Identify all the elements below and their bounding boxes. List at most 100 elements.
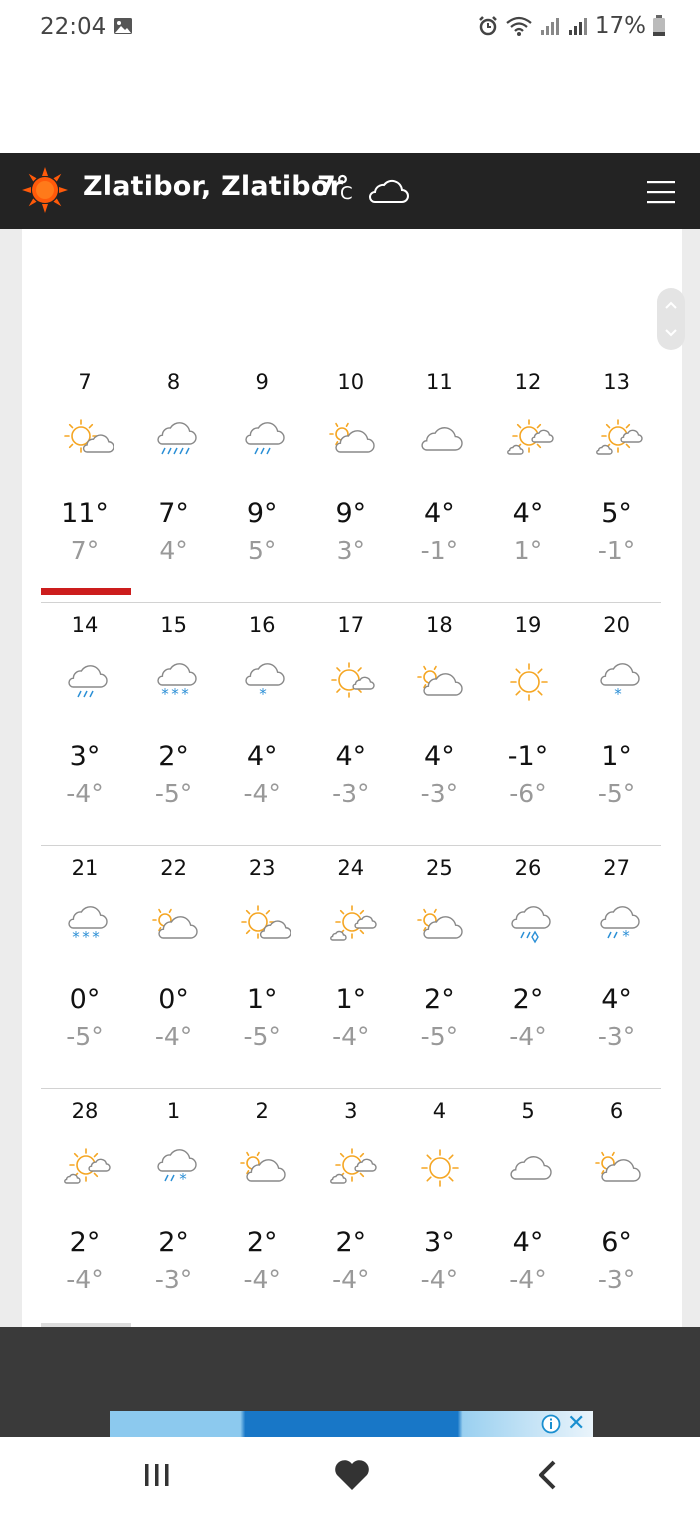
low-temperature: -3° xyxy=(420,779,459,808)
day-number: 13 xyxy=(603,370,630,394)
sun-two-clouds-icon xyxy=(507,419,554,455)
day-number: 20 xyxy=(603,613,630,637)
day-number: 16 xyxy=(248,613,276,637)
high-temperature: 1° xyxy=(246,984,278,1015)
low-temperature: 5° xyxy=(247,536,277,565)
low-temperature: -5° xyxy=(420,1022,459,1051)
low-temperature: -4° xyxy=(154,1022,193,1051)
scroll-handle[interactable] xyxy=(657,288,685,350)
partly-cloudy-icon xyxy=(417,908,464,939)
low-temperature: -6° xyxy=(509,779,547,808)
low-temperature: -3° xyxy=(332,779,370,808)
day-number: 4 xyxy=(432,1099,447,1123)
ad-info-icon[interactable] xyxy=(541,1414,561,1434)
day-number: 7 xyxy=(78,370,92,394)
forecast-calendar: 7 11° 7° 8 7° 4° 9 9° 5° 10 9° 3° 11 4° -1° 12 4° 1° 13 5° -… xyxy=(41,360,661,1332)
day-number: 2 xyxy=(255,1099,269,1123)
low-temperature: 3° xyxy=(336,536,365,565)
partly-cloudy-icon xyxy=(240,1151,286,1182)
low-temperature: -4° xyxy=(509,1022,547,1051)
svg-text:*: * xyxy=(82,928,90,946)
sun-icon xyxy=(510,663,548,701)
partly-cloudy-icon xyxy=(151,908,198,939)
partly-cloudy-icon xyxy=(417,665,464,696)
high-temperature: 0° xyxy=(69,984,101,1015)
day-number: 11 xyxy=(426,370,453,394)
low-temperature: -3° xyxy=(597,1265,636,1294)
low-temperature: -4° xyxy=(332,1022,370,1051)
day-number: 10 xyxy=(337,370,365,394)
cloud-light-rain-icon xyxy=(68,665,108,698)
battery-icon xyxy=(653,15,665,36)
day-number: 17 xyxy=(337,613,365,637)
low-temperature: -3° xyxy=(597,1022,636,1051)
day-number: 25 xyxy=(426,856,453,880)
svg-text:*: * xyxy=(92,928,100,946)
low-temperature: 7° xyxy=(70,536,100,565)
day-number: 12 xyxy=(514,370,542,394)
sun-logo-icon[interactable] xyxy=(22,167,68,213)
day-number: 1 xyxy=(166,1099,181,1123)
forecast-week-row: 21 * * * 0° -5° 22 0° -4° 23 1° -5° 24 1° -4° 25 2° -5° 26… xyxy=(41,846,661,1089)
signal-icon-2 xyxy=(568,18,587,35)
low-temperature: -4° xyxy=(66,779,104,808)
high-temperature: 6° xyxy=(601,1227,632,1258)
day-number: 23 xyxy=(248,856,276,880)
day-number: 28 xyxy=(71,1099,99,1123)
cloud-icon xyxy=(421,427,464,451)
low-temperature: -4° xyxy=(243,1265,281,1294)
high-temperature: 4° xyxy=(601,984,632,1015)
low-temperature: -4° xyxy=(243,779,281,808)
high-temperature: 4° xyxy=(512,498,544,529)
forecast-week-row: 7 11° 7° 8 7° 4° 9 9° 5° 10 9° 3° 11 4° -1° 12 4° 1° 13 5° -… xyxy=(41,360,661,603)
high-temperature: 2° xyxy=(424,984,455,1015)
cloud-light-rain-icon xyxy=(245,422,285,455)
day-number: 9 xyxy=(255,370,269,394)
heart-icon[interactable] xyxy=(332,1454,372,1496)
high-temperature: 11° xyxy=(61,498,109,529)
ad-banner[interactable] xyxy=(110,1411,593,1437)
sun-two-clouds-icon xyxy=(329,1148,377,1184)
partly-cloudy-icon xyxy=(594,1151,641,1182)
low-temperature: -4° xyxy=(332,1265,370,1294)
high-temperature: 2° xyxy=(158,1227,189,1258)
high-temperature: 9° xyxy=(335,498,367,529)
cloud-sleet-icon xyxy=(511,906,551,944)
high-temperature: 2° xyxy=(246,1227,278,1258)
forecast-week-row: 14 3° -4° 15 * * * 2° -5° 16 * 4° -4° 17 4° -3° 18 4° -3° 1… xyxy=(41,603,661,846)
selected-day-indicator xyxy=(41,588,131,595)
high-temperature: 0° xyxy=(158,984,189,1015)
high-temperature: 4° xyxy=(512,1227,544,1258)
battery-percent: 17% xyxy=(594,13,646,39)
page-gutter-right xyxy=(682,229,700,1327)
high-temperature: 2° xyxy=(69,1227,101,1258)
high-temperature: 7° xyxy=(158,498,189,529)
high-temperature: 4° xyxy=(246,741,278,772)
high-temperature: 3° xyxy=(424,1227,455,1258)
hamburger-menu-icon[interactable] xyxy=(645,178,677,206)
day-number: 3 xyxy=(344,1099,358,1123)
signal-icon xyxy=(540,18,559,35)
back-chevron-icon[interactable] xyxy=(528,1454,568,1496)
low-temperature: -3° xyxy=(154,1265,193,1294)
recents-icon[interactable] xyxy=(137,1454,177,1496)
high-temperature: -1° xyxy=(507,741,549,772)
low-temperature: -4° xyxy=(509,1265,547,1294)
cloud-icon xyxy=(369,179,409,203)
day-number: 6 xyxy=(609,1099,624,1123)
wifi-icon xyxy=(506,16,532,36)
low-temperature: 4° xyxy=(159,536,188,565)
sun-icon xyxy=(421,1149,460,1187)
day-number: 24 xyxy=(337,856,365,880)
cloud-icon xyxy=(510,1156,552,1180)
status-right: 17% xyxy=(477,13,666,39)
sun-two-clouds-icon xyxy=(329,905,377,941)
location-title[interactable]: Zlatibor, Zlatibor xyxy=(83,171,343,202)
high-temperature: 4° xyxy=(424,741,455,772)
svg-text:*: * xyxy=(614,685,622,703)
high-temperature: 2° xyxy=(512,984,544,1015)
day-number: 26 xyxy=(514,856,542,880)
page-gutter-left xyxy=(0,229,22,1327)
cloud-snow-icon: * * * xyxy=(68,906,108,946)
ad-close-icon[interactable]: ✕ xyxy=(567,1411,585,1436)
